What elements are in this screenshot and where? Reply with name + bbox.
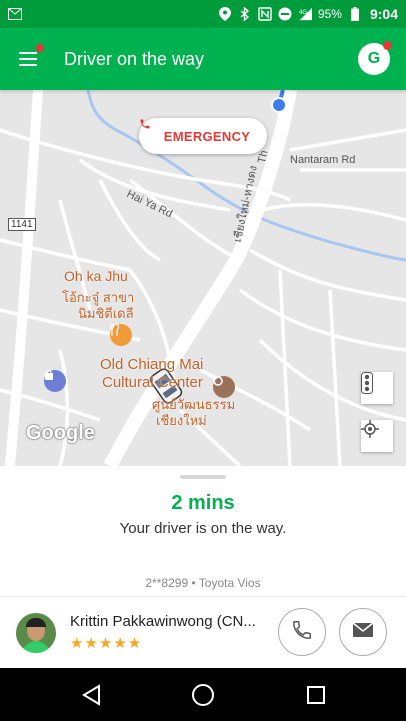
profile-initial: G bbox=[367, 50, 381, 67]
sheet-drag-handle[interactable] bbox=[180, 475, 226, 479]
emergency-button[interactable]: EMERGENCY bbox=[139, 118, 267, 154]
poi-cultural-center-2: Cultural Center bbox=[102, 374, 203, 391]
mail-icon bbox=[8, 7, 22, 21]
emergency-label: EMERGENCY bbox=[163, 128, 251, 144]
clock: 9:04 bbox=[369, 6, 398, 22]
my-location-icon[interactable] bbox=[361, 420, 393, 452]
phone-icon bbox=[291, 619, 313, 646]
signal-icon: 4G bbox=[298, 7, 312, 21]
system-nav-bar bbox=[0, 668, 406, 721]
status-bar: 4G 95% 9:04 bbox=[0, 0, 406, 28]
restaurant-icon[interactable] bbox=[110, 324, 132, 346]
page-title: Driver on the way bbox=[64, 48, 205, 69]
bluetooth-icon bbox=[238, 7, 252, 21]
driver-rating: ★★★★★ bbox=[70, 635, 143, 652]
location-icon bbox=[218, 7, 232, 21]
driver-card[interactable]: Krittin Pakkawinwong (CN... ★★★★★ bbox=[0, 596, 406, 668]
nfc-icon bbox=[258, 7, 272, 21]
notification-dot bbox=[36, 44, 44, 52]
notification-dot bbox=[383, 41, 392, 50]
profile-avatar[interactable]: G bbox=[358, 41, 392, 75]
recents-icon[interactable] bbox=[303, 682, 329, 708]
traffic-light-icon[interactable] bbox=[361, 372, 393, 404]
eta-text: 2 mins bbox=[171, 492, 235, 514]
home-icon[interactable] bbox=[190, 682, 216, 708]
trip-status-sheet: 2 mins Your driver is on the way. 2**829… bbox=[0, 466, 406, 596]
call-driver-button[interactable] bbox=[278, 608, 326, 656]
landmark-icon[interactable] bbox=[213, 376, 235, 398]
mail-icon bbox=[352, 621, 374, 643]
back-icon[interactable] bbox=[78, 682, 104, 708]
do-not-disturb-icon bbox=[278, 7, 292, 21]
poi-oh-ka-jhu-thai-2: นิมชิตีเดลี bbox=[78, 306, 134, 321]
poi-oh-ka-jhu[interactable]: Oh ka Jhu bbox=[64, 268, 128, 284]
driver-avatar bbox=[16, 612, 56, 653]
road-label-nantaram: Nantaram Rd bbox=[290, 154, 356, 166]
poi-cultural-center[interactable]: Old Chiang Mai bbox=[100, 356, 203, 373]
driver-name: Krittin Pakkawinwong (CN... bbox=[70, 613, 256, 630]
message-driver-button[interactable] bbox=[339, 608, 387, 656]
google-logo: Google bbox=[26, 422, 95, 444]
battery-level: 95% bbox=[317, 7, 342, 21]
battery-icon bbox=[348, 7, 362, 21]
hamburger-menu-icon[interactable] bbox=[16, 44, 44, 71]
map-view[interactable]: Nantaram Rd Hai Ya Rd เชียงใหม่-หางดง Th… bbox=[0, 90, 406, 466]
poi-cultural-thai-2: เชียงใหม่ bbox=[156, 413, 207, 428]
shopping-icon[interactable] bbox=[44, 370, 66, 392]
status-message: Your driver is on the way. bbox=[119, 520, 287, 537]
vehicle-info: 2**8299 • Toyota Vios bbox=[145, 576, 261, 590]
svg-text:4G: 4G bbox=[299, 9, 307, 16]
highway-shield: 1141 bbox=[8, 218, 36, 231]
app-bar: Driver on the way G bbox=[0, 28, 406, 90]
